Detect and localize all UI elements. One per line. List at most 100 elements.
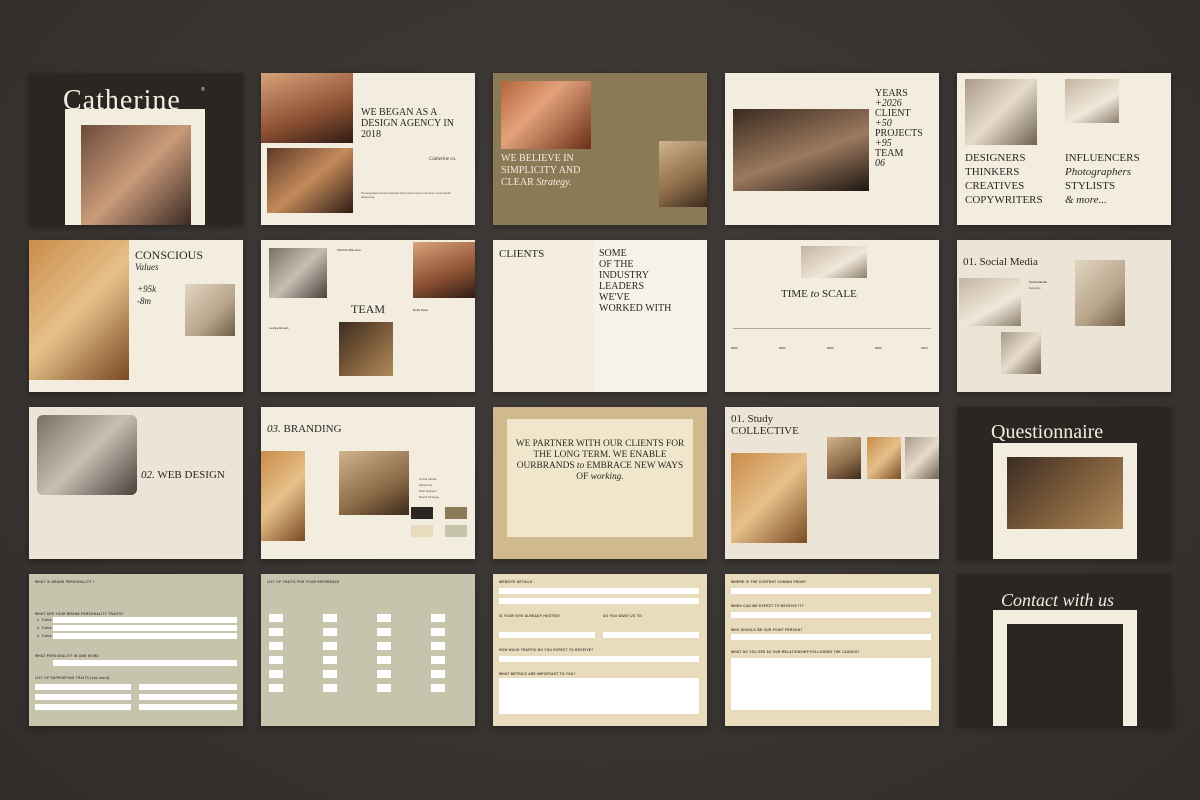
about-title: We began as a design agency in 2018 [361, 107, 454, 140]
standing-photo [185, 284, 235, 336]
slide-traits[interactable]: LIST OF TRAITS FOR YOUR REFERENCE [261, 574, 475, 726]
trait-check-17[interactable] [269, 670, 283, 678]
trait-1-field[interactable] [53, 617, 237, 623]
trait-check-10[interactable] [323, 642, 337, 650]
support-field-3[interactable] [35, 694, 131, 700]
year-2022: 2022 [827, 346, 834, 350]
one-word-field[interactable] [53, 660, 237, 666]
slide-about[interactable]: We began as a design agency in 2018 Cath… [261, 73, 475, 225]
slide-partner[interactable]: We partner with our clients for the long… [493, 407, 707, 559]
trait-check-7[interactable] [377, 628, 391, 636]
support-field-4[interactable] [139, 694, 237, 700]
slide-web[interactable]: 02. Web Design [29, 407, 243, 559]
social-photo-1 [959, 278, 1021, 326]
support-field-5[interactable] [35, 704, 131, 710]
values-n2: -8m [137, 296, 151, 306]
traffic-field[interactable] [499, 656, 699, 662]
trait-check-23[interactable] [377, 684, 391, 692]
study-photo-1 [731, 453, 807, 543]
trait-check-4[interactable] [431, 614, 445, 622]
slide-roles[interactable]: Designers Thinkers Creatives Copywriters In… [957, 73, 1171, 225]
trait-check-22[interactable] [323, 684, 337, 692]
personality-q2: WHAT ARE YOUR BRAND PERSONALITY TRAITS? [35, 612, 124, 616]
slide-questionnaire[interactable]: Questionnaire [957, 407, 1171, 559]
content-field-2[interactable] [731, 612, 931, 618]
hands-photo [81, 125, 191, 225]
belief-title: We believe in simplicity and clear Strat… [501, 153, 581, 188]
roles-col2: Influencers Photographers Stylists & more..… [1065, 152, 1140, 206]
personality-q1: WHAT IS BRAND PERSONALITY ? [35, 580, 96, 584]
slide-stats[interactable]: Years +2026 Client +50 Projects +95 Team 06 [725, 73, 939, 225]
timeline-axis [733, 328, 931, 329]
branding-bullet-1: Social Media [419, 477, 437, 481]
trait-check-13[interactable] [269, 656, 283, 664]
clients-title: Clients [499, 248, 545, 260]
trait-check-20[interactable] [431, 670, 445, 678]
content-q3: WHO SHOULD BE OUR POINT PERSON? [731, 628, 803, 632]
trait-check-14[interactable] [323, 656, 337, 664]
content-field-3[interactable] [731, 634, 931, 640]
trait-check-21[interactable] [269, 684, 283, 692]
trait-check-5[interactable] [269, 628, 283, 636]
slide-team[interactable]: Team Victoria Winston Kelly Sean Lesley … [261, 240, 475, 392]
values-sub: Values [135, 262, 159, 272]
slide-personality[interactable]: WHAT IS BRAND PERSONALITY ? WHAT ARE YOU… [29, 574, 243, 726]
social-title: 01. Social Media [963, 256, 1038, 268]
branding-bullet-2: Marketing [419, 483, 433, 487]
trait-3-field[interactable] [53, 633, 237, 639]
bed-photo [801, 246, 867, 278]
slide-timeline[interactable]: Time to Scale 2020 2021 2022 2023 2024 [725, 240, 939, 392]
year-2024: 2024 [921, 346, 928, 350]
trait-check-24[interactable] [431, 684, 445, 692]
personality-q3: WHAT PERSONALITY IN ONE WORD [35, 654, 100, 658]
slide-content[interactable]: WHERE IS THE CONTENT COMING FROM? WHEN C… [725, 574, 939, 726]
branding-title: 03. Branding [267, 423, 342, 435]
trait-check-6[interactable] [323, 628, 337, 636]
support-field-1[interactable] [35, 684, 131, 690]
metrics-field[interactable] [499, 678, 699, 714]
timeline-title: Time to Scale [781, 288, 857, 300]
slide-clients[interactable]: Clients Some of the industry leaders we've wo… [493, 240, 707, 392]
team-photo-1 [269, 248, 327, 298]
body-photo [659, 141, 707, 207]
slide-website[interactable]: WEBSITE DETAILS : IS YOUR SITE ALREADY H… [493, 574, 707, 726]
contact-inner [1007, 624, 1123, 726]
content-field-1[interactable] [731, 588, 931, 594]
trait-check-1[interactable] [269, 614, 283, 622]
want-field[interactable] [603, 632, 699, 638]
trait-check-15[interactable] [377, 656, 391, 664]
slide-values[interactable]: Conscious Values +95k -8m [29, 240, 243, 392]
trait-check-16[interactable] [431, 656, 445, 664]
cover-title: Catherine [63, 85, 181, 116]
trait-check-9[interactable] [269, 642, 283, 650]
hosted-field[interactable] [499, 632, 595, 638]
website-field-1[interactable] [499, 588, 699, 594]
trait-check-3[interactable] [377, 614, 391, 622]
support-field-2[interactable] [139, 684, 237, 690]
website-q4: HOW MUCH TRAFFIC DO YOU EXPECT TO RECEIV… [499, 648, 594, 652]
trait-3-label: 3. Traits [37, 634, 52, 638]
trait-check-8[interactable] [431, 628, 445, 636]
slide-belief[interactable]: We believe in simplicity and clear Strat… [493, 73, 707, 225]
website-q5: WHAT METRICS ARE IMPORTANT TO YOU? [499, 672, 576, 676]
values-title: Conscious [135, 248, 204, 262]
slide-contact[interactable]: Contact with us [957, 574, 1171, 726]
trait-check-11[interactable] [377, 642, 391, 650]
slide-study[interactable]: 01. Study Collective [725, 407, 939, 559]
trait-check-2[interactable] [323, 614, 337, 622]
personality-q4: LIST OF SUPPORTING TRAITS (one word) [35, 676, 110, 680]
website-field-2[interactable] [499, 598, 699, 604]
content-q1: WHERE IS THE CONTENT COMING FROM? [731, 580, 807, 584]
tray-photo [1007, 457, 1123, 529]
trait-check-19[interactable] [377, 670, 391, 678]
trait-check-12[interactable] [431, 642, 445, 650]
slide-branding[interactable]: 03. Branding Social Media Marketing Web … [261, 407, 475, 559]
content-q2: WHEN CAN WE EXPECT TO RECEIVE IT? [731, 604, 804, 608]
trait-2-field[interactable] [53, 625, 237, 631]
support-field-6[interactable] [139, 704, 237, 710]
slide-social[interactable]: 01. Social Media Social Media Example [957, 240, 1171, 392]
content-field-4[interactable] [731, 658, 931, 710]
slide-cover[interactable]: Catherine ® [29, 73, 243, 225]
member-1: Victoria Winston [337, 248, 361, 252]
trait-check-18[interactable] [323, 670, 337, 678]
